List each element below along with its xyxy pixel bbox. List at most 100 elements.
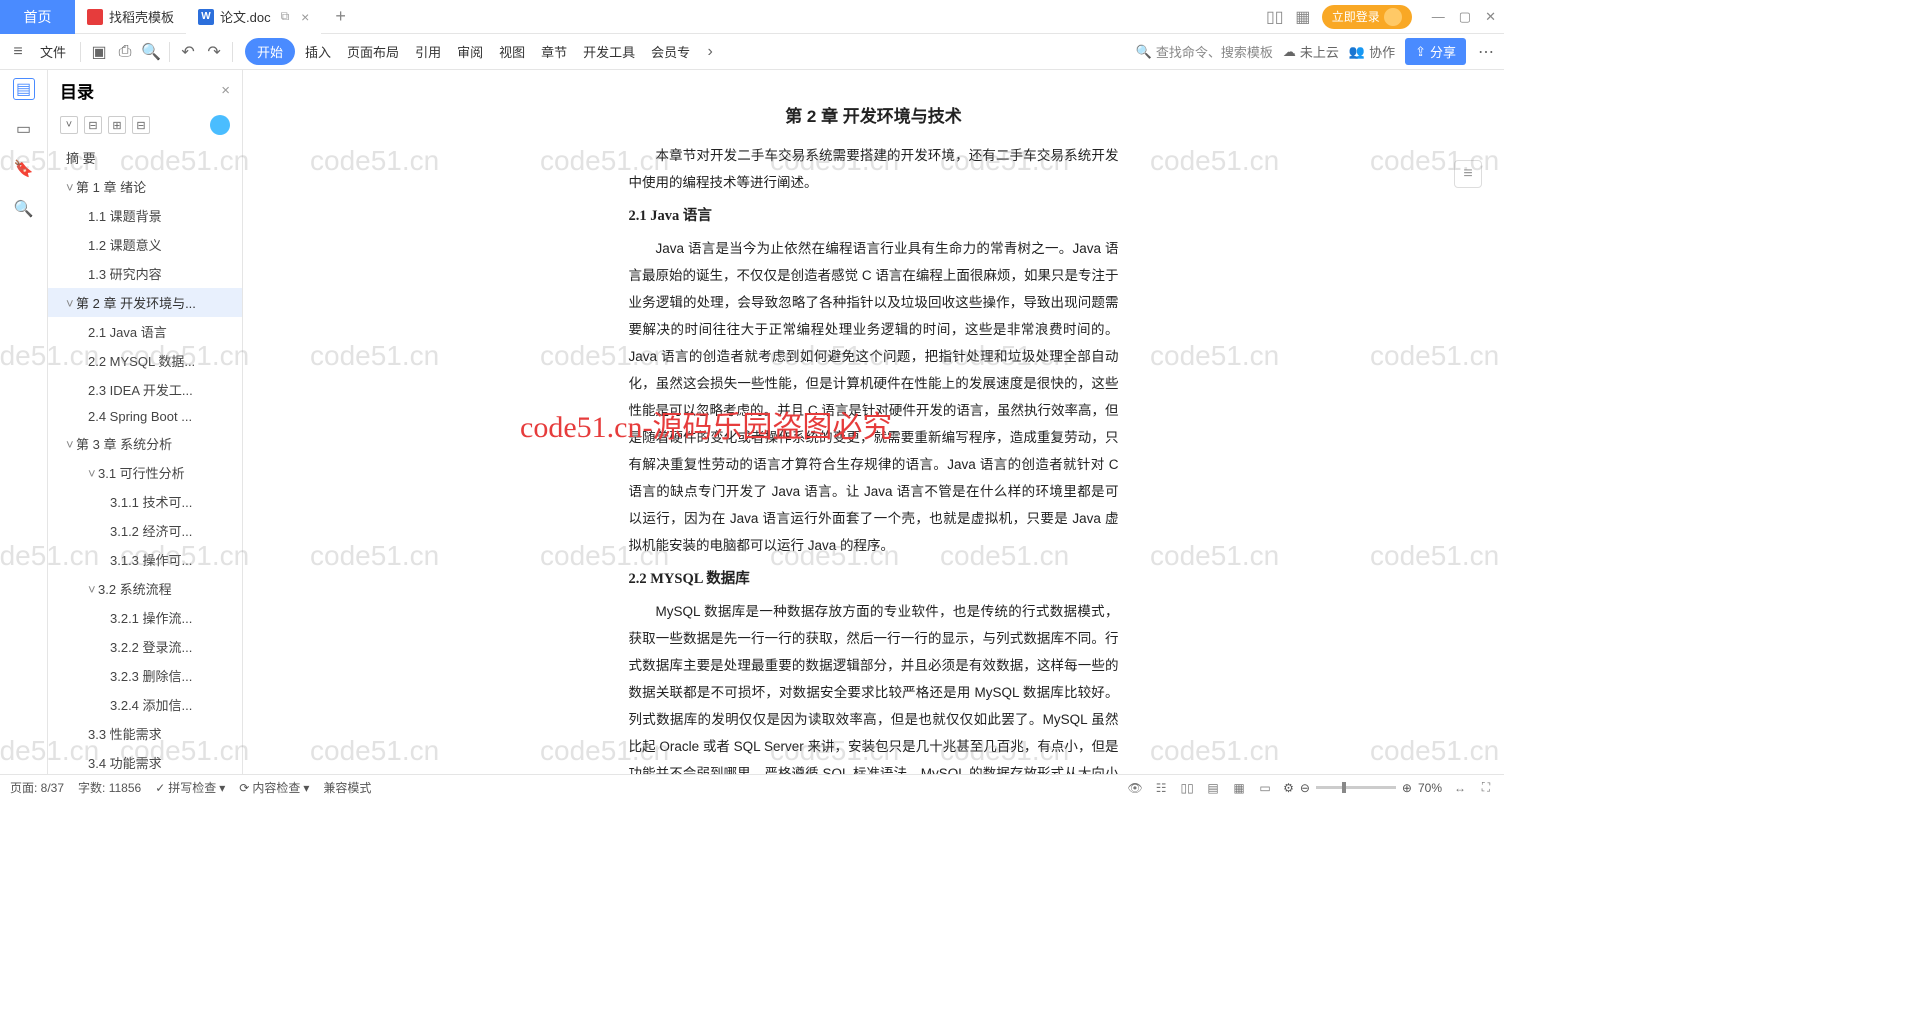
zoom-slider[interactable] — [1316, 786, 1396, 789]
collab-icon: 👥 — [1349, 44, 1365, 60]
spell-check[interactable]: ✓ 拼写检查 ▾ — [155, 779, 225, 796]
page: 第 2 章 开发环境与技术 本章节对开发二手车交易系统需要搭建的开发环境，还有二… — [579, 80, 1169, 774]
tab-home[interactable]: 首页 — [0, 0, 75, 34]
outline-item[interactable]: 3.2.4 添加信... — [48, 690, 242, 719]
outline-item[interactable]: ˅3.1 可行性分析 — [48, 458, 242, 487]
outline-item[interactable]: 3.1.2 经济可... — [48, 516, 242, 545]
close-icon[interactable]: × — [301, 9, 309, 25]
compat-mode[interactable]: 兼容模式 — [323, 779, 371, 796]
outline-item[interactable]: 2.3 IDEA 开发工... — [48, 375, 242, 404]
outline-item[interactable]: 3.4 功能需求 — [48, 748, 242, 774]
tab-references[interactable]: 引用 — [409, 42, 447, 61]
redo-icon[interactable]: ↷ — [204, 42, 224, 62]
outline-icon[interactable]: ▤ — [13, 78, 35, 100]
tab-view[interactable]: 视图 — [493, 42, 531, 61]
avatar-icon — [1384, 8, 1402, 26]
preview-icon[interactable]: 🔍 — [141, 42, 161, 62]
outline-view-icon[interactable]: ▭ — [1257, 780, 1273, 796]
collapse-all-icon[interactable]: ˅ — [60, 116, 78, 134]
leftbar: ▤ ▭ 🔖 🔍 — [0, 70, 48, 774]
outline-item[interactable]: 3.1.1 技术可... — [48, 487, 242, 516]
save-icon[interactable]: ▣ — [89, 42, 109, 62]
more-tabs-icon[interactable]: › — [700, 42, 720, 62]
tab-add[interactable]: + — [321, 6, 360, 27]
book-icon[interactable]: ▯▯ — [1179, 780, 1195, 796]
content-check[interactable]: ⟳ 内容检查 ▾ — [239, 779, 309, 796]
word-count[interactable]: 字数: 11856 — [78, 779, 141, 796]
plus-icon[interactable]: ⊞ — [108, 116, 126, 134]
outline-item[interactable]: 3.2.1 操作流... — [48, 603, 242, 632]
sync-badge-icon[interactable] — [210, 115, 230, 135]
dropdown-icon: ▾ — [303, 781, 309, 795]
web-view-icon[interactable]: ▦ — [1231, 780, 1247, 796]
outline-item[interactable]: 1.2 课题意义 — [48, 230, 242, 259]
maximize-button[interactable]: ▢ — [1459, 9, 1471, 25]
eye-icon[interactable]: 👁 — [1127, 780, 1143, 796]
settings-icon[interactable]: ⚙ — [1283, 781, 1294, 795]
print-icon[interactable]: ⎙ — [115, 42, 135, 62]
close-window-button[interactable]: ✕ — [1485, 9, 1496, 25]
outline-item[interactable]: 3.2.3 删除信... — [48, 661, 242, 690]
outline-item[interactable]: ˅3.2 系统流程 — [48, 574, 242, 603]
outline-item[interactable]: 2.4 Spring Boot ... — [48, 404, 242, 429]
close-outline-icon[interactable]: × — [221, 82, 230, 99]
zoom-in-icon[interactable]: ⊕ — [1402, 781, 1412, 795]
outline-item[interactable]: 3.1.3 操作可... — [48, 545, 242, 574]
tab-template[interactable]: 找稻壳模板 — [75, 0, 186, 34]
tab-start[interactable]: 开始 — [245, 38, 295, 65]
expand-icon[interactable]: ⊟ — [84, 116, 102, 134]
outline-item[interactable]: 2.1 Java 语言 — [48, 317, 242, 346]
outline-item[interactable]: 2.2 MYSQL 数据... — [48, 346, 242, 375]
tab-insert[interactable]: 插入 — [299, 42, 337, 61]
chapter-intro: 本章节对开发二手车交易系统需要搭建的开发环境，还有二手车交易系统开发中使用的编程… — [629, 142, 1119, 196]
undo-icon[interactable]: ↶ — [178, 42, 198, 62]
fullscreen-icon[interactable]: ⛶ — [1478, 780, 1494, 796]
minus-icon[interactable]: ⊟ — [132, 116, 150, 134]
float-window-icon[interactable]: ⧉ — [281, 9, 290, 24]
layout-icon[interactable]: ▯▯ — [1266, 8, 1284, 26]
ribbon: ≡ 文件 ▣ ⎙ 🔍 ↶ ↷ 开始 插入 页面布局 引用 审阅 视图 章节 开发… — [0, 34, 1504, 70]
page-view-icon[interactable]: ▤ — [1205, 780, 1221, 796]
outline-list: 摘 要˅第 1 章 绪论1.1 课题背景1.2 课题意义1.3 研究内容˅第 2… — [48, 143, 242, 774]
tab-document[interactable]: W 论文.doc ⧉ × — [186, 0, 321, 34]
zoom-value[interactable]: 70% — [1418, 781, 1442, 795]
outline-item[interactable]: 1.1 课题背景 — [48, 201, 242, 230]
outline-item[interactable]: 3.2.2 登录流... — [48, 632, 242, 661]
menu-icon[interactable]: ≡ — [8, 42, 28, 62]
share-button[interactable]: ⇪ 分享 — [1405, 38, 1466, 65]
thumbnails-icon[interactable]: ▭ — [13, 118, 35, 140]
titlebar: 首页 找稻壳模板 W 论文.doc ⧉ × + ▯▯ ▦ 立即登录 — ▢ ✕ — [0, 0, 1504, 34]
tab-devtools[interactable]: 开发工具 — [577, 42, 641, 61]
paragraph-2-1: Java 语言是当今为止依然在编程语言行业具有生命力的常青树之一。Java 语言… — [629, 235, 1119, 559]
bookmark-icon[interactable]: 🔖 — [13, 158, 35, 180]
cloud-status[interactable]: ☁ 未上云 — [1283, 42, 1339, 61]
tab-member[interactable]: 会员专 — [645, 42, 696, 61]
file-menu[interactable]: 文件 — [34, 42, 72, 61]
zoom-control[interactable]: ⚙ ⊖ ⊕ 70% — [1283, 781, 1442, 795]
side-panel-toggle-icon[interactable]: ≡ — [1454, 160, 1482, 188]
apps-icon[interactable]: ▦ — [1294, 8, 1312, 26]
ruler-icon[interactable]: ☷ — [1153, 780, 1169, 796]
outline-item[interactable]: 摘 要 — [48, 143, 242, 172]
login-button[interactable]: 立即登录 — [1322, 5, 1412, 29]
document-area: 📄 ≡ 第 2 章 开发环境与技术 本章节对开发二手车交易系统需要搭建的开发环境… — [243, 70, 1504, 774]
command-search[interactable]: 🔍 查找命令、搜索模板 — [1136, 42, 1273, 61]
zoom-out-icon[interactable]: ⊖ — [1300, 781, 1310, 795]
collapse-ribbon-icon[interactable]: ⋯ — [1476, 42, 1496, 62]
outline-item[interactable]: 3.3 性能需求 — [48, 719, 242, 748]
outline-item[interactable]: ˅第 2 章 开发环境与... — [48, 288, 242, 317]
minimize-button[interactable]: — — [1432, 9, 1445, 25]
paragraph-2-2: MySQL 数据库是一种数据存放方面的专业软件，也是传统的行式数据模式，获取一些… — [629, 598, 1119, 774]
outline-item[interactable]: ˅第 3 章 系统分析 — [48, 429, 242, 458]
outline-item[interactable]: ˅第 1 章 绪论 — [48, 172, 242, 201]
fit-icon[interactable]: ↔ — [1452, 780, 1468, 796]
tab-page-layout[interactable]: 页面布局 — [341, 42, 405, 61]
outline-item[interactable]: 1.3 研究内容 — [48, 259, 242, 288]
page-indicator[interactable]: 页面: 8/37 — [10, 779, 64, 796]
tab-review[interactable]: 审阅 — [451, 42, 489, 61]
outline-title: 目录 — [60, 78, 94, 103]
collab-button[interactable]: 👥 协作 — [1349, 42, 1395, 61]
tab-sections[interactable]: 章节 — [535, 42, 573, 61]
spell-icon: ✓ — [155, 781, 165, 795]
find-icon[interactable]: 🔍 — [13, 198, 35, 220]
